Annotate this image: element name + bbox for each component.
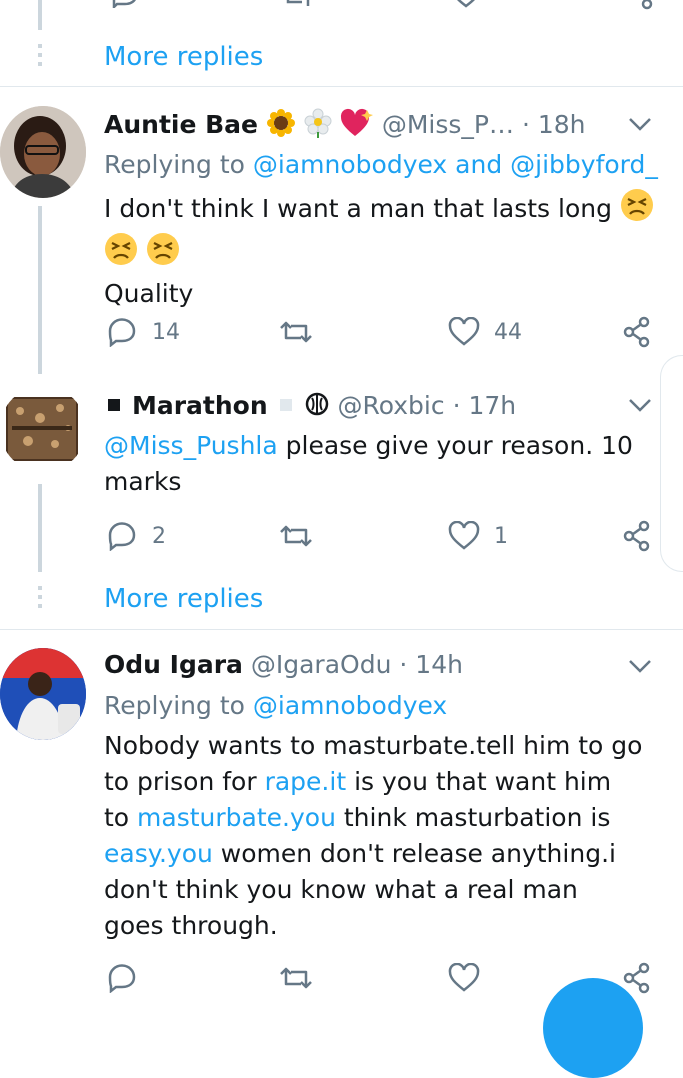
replying-to-users[interactable]: @iamnobodyex xyxy=(253,691,447,720)
inline-link[interactable]: easy.you xyxy=(104,839,213,868)
tweet-text-line: I don't think I want a man that lasts lo… xyxy=(104,194,612,223)
reply-count: 14 xyxy=(152,319,180,345)
inline-link[interactable]: masturbate.you xyxy=(137,803,336,832)
divider xyxy=(0,86,683,87)
reply-button[interactable] xyxy=(106,962,138,994)
like-icon xyxy=(448,521,480,550)
persevering-face-icon xyxy=(104,232,138,276)
edge-panel-handle[interactable] xyxy=(660,355,683,572)
tweet-text-line: marks xyxy=(104,467,182,496)
white-square-icon xyxy=(276,389,296,425)
reply-icon xyxy=(108,318,136,347)
like-icon xyxy=(448,963,480,992)
emblem-icon xyxy=(304,389,330,425)
share-icon xyxy=(623,520,650,552)
retweet-button[interactable] xyxy=(277,316,315,348)
reply-button[interactable]: 2 xyxy=(106,520,166,552)
chevron-down-icon[interactable] xyxy=(628,116,652,132)
retweet-button[interactable] xyxy=(277,962,315,994)
inline-link[interactable]: rape.it xyxy=(265,767,347,796)
reply-count: 2 xyxy=(152,523,166,549)
avatar[interactable] xyxy=(0,386,86,472)
user-handle[interactable]: @IgaraOdu xyxy=(251,650,392,679)
tweet-text: @Miss_Pushla please give your reason. 10… xyxy=(104,428,664,500)
like-button[interactable]: 1 xyxy=(448,520,508,552)
user-handle[interactable]: @Miss_P… xyxy=(382,110,514,139)
sparkling-heart-icon xyxy=(340,108,374,144)
like-count: 1 xyxy=(494,523,508,549)
share-icon xyxy=(623,962,650,994)
divider xyxy=(0,629,683,630)
replying-to: Replying to @iamnobodyex xyxy=(104,691,447,720)
retweet-icon xyxy=(280,967,312,989)
sunflower-icon xyxy=(266,108,296,144)
more-replies-link[interactable]: More replies xyxy=(104,584,263,614)
avatar[interactable] xyxy=(0,106,86,198)
more-replies-dots xyxy=(38,586,42,613)
tweet-header: Marathon @Roxbic · 17h xyxy=(104,389,516,425)
reply-icon[interactable] xyxy=(110,0,140,8)
like-button[interactable] xyxy=(448,962,480,994)
black-square-icon xyxy=(104,389,124,425)
like-button[interactable]: 44 xyxy=(448,316,522,348)
chevron-down-icon[interactable] xyxy=(628,397,652,413)
replying-to-prefix: Replying to xyxy=(104,150,245,179)
avatar[interactable] xyxy=(0,648,86,740)
timestamp[interactable]: · 17h xyxy=(453,391,517,420)
reply-icon xyxy=(108,964,136,993)
like-icon xyxy=(448,317,480,346)
retweet-icon xyxy=(280,321,312,343)
retweet-button[interactable] xyxy=(277,520,315,552)
persevering-face-icon xyxy=(620,188,654,232)
tweet-text-line: please give your reason. 10 xyxy=(277,431,633,460)
share-button[interactable] xyxy=(622,962,652,994)
replying-to-prefix: Replying to xyxy=(104,691,245,720)
thread-line xyxy=(38,484,42,572)
share-button[interactable] xyxy=(622,520,652,552)
timestamp[interactable]: · 14h xyxy=(399,650,463,679)
like-count: 44 xyxy=(494,319,522,345)
reply-icon xyxy=(108,522,136,551)
reply-button[interactable]: 14 xyxy=(106,316,180,348)
thread-line xyxy=(38,206,42,374)
share-button[interactable] xyxy=(622,316,652,348)
tweet-header: Odu Igara @IgaraOdu · 14h xyxy=(104,650,463,679)
more-replies-link[interactable]: More replies xyxy=(104,42,263,72)
chevron-down-icon[interactable] xyxy=(628,658,652,674)
tweet-text: Nobody wants to masturbate.tell him to g… xyxy=(104,728,644,944)
mention-link[interactable]: @Miss_Pushla xyxy=(104,431,278,460)
retweet-icon xyxy=(280,525,312,547)
timestamp[interactable]: · 18h xyxy=(522,110,586,139)
share-icon xyxy=(623,316,650,348)
more-replies-dots xyxy=(38,44,42,71)
replying-to-users[interactable]: @iamnobodyex and @jibbyford_ xyxy=(253,150,658,179)
display-name[interactable]: Marathon xyxy=(132,391,268,420)
replying-to: Replying to @iamnobodyex and @jibbyford_ xyxy=(104,150,658,179)
flower-icon xyxy=(304,108,332,144)
persevering-face-icon xyxy=(146,232,180,276)
retweet-icon[interactable] xyxy=(280,0,316,8)
thread-line-top xyxy=(38,0,42,30)
like-icon[interactable] xyxy=(452,0,480,8)
tweet-text-part: think masturbation is xyxy=(335,803,611,832)
display-name[interactable]: Auntie Bae xyxy=(104,110,258,139)
share-icon[interactable] xyxy=(626,0,654,10)
tweet-header: Auntie Bae @Miss_P… · 18h xyxy=(104,108,586,144)
user-handle[interactable]: @Roxbic xyxy=(337,391,444,420)
tweet-text: I don't think I want a man that lasts lo… xyxy=(104,188,664,312)
tweet-text-line: Quality xyxy=(104,279,194,308)
display-name[interactable]: Odu Igara xyxy=(104,650,243,679)
